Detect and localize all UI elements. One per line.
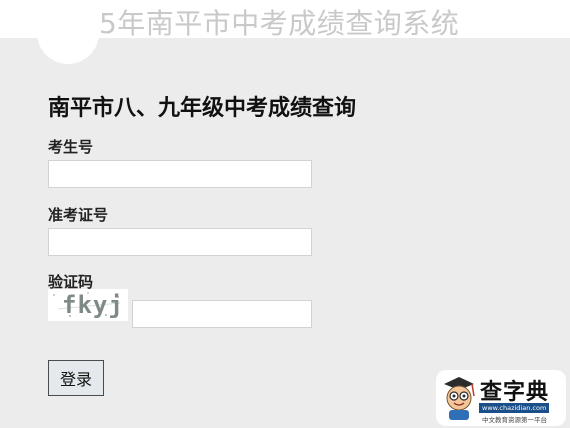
student-id-input[interactable] [48,160,312,188]
student-id-label: 考生号 [48,138,94,156]
chazidian-logo: 查字典 www.chazidian.com 中文教育资源第一平台 [436,370,566,426]
logo-slogan: 中文教育资源第一平台 [482,416,547,424]
admission-number-label: 准考证号 [48,206,109,224]
captcha-text: fkyj [62,291,124,319]
banner-title: 2015年南平市中考成绩查询系统 [44,7,460,40]
logo-name: 查字典 [480,380,550,405]
login-button[interactable]: 登录 [48,360,104,396]
logo-url: www.chazidian.com [479,403,550,413]
mascot-icon [444,377,475,420]
decorative-circle [37,2,99,64]
admission-number-input[interactable] [48,228,312,256]
captcha-image[interactable]: fkyj [48,289,128,321]
captcha-input[interactable] [132,300,312,328]
form-title: 南平市八、九年级中考成绩查询 [48,96,357,121]
